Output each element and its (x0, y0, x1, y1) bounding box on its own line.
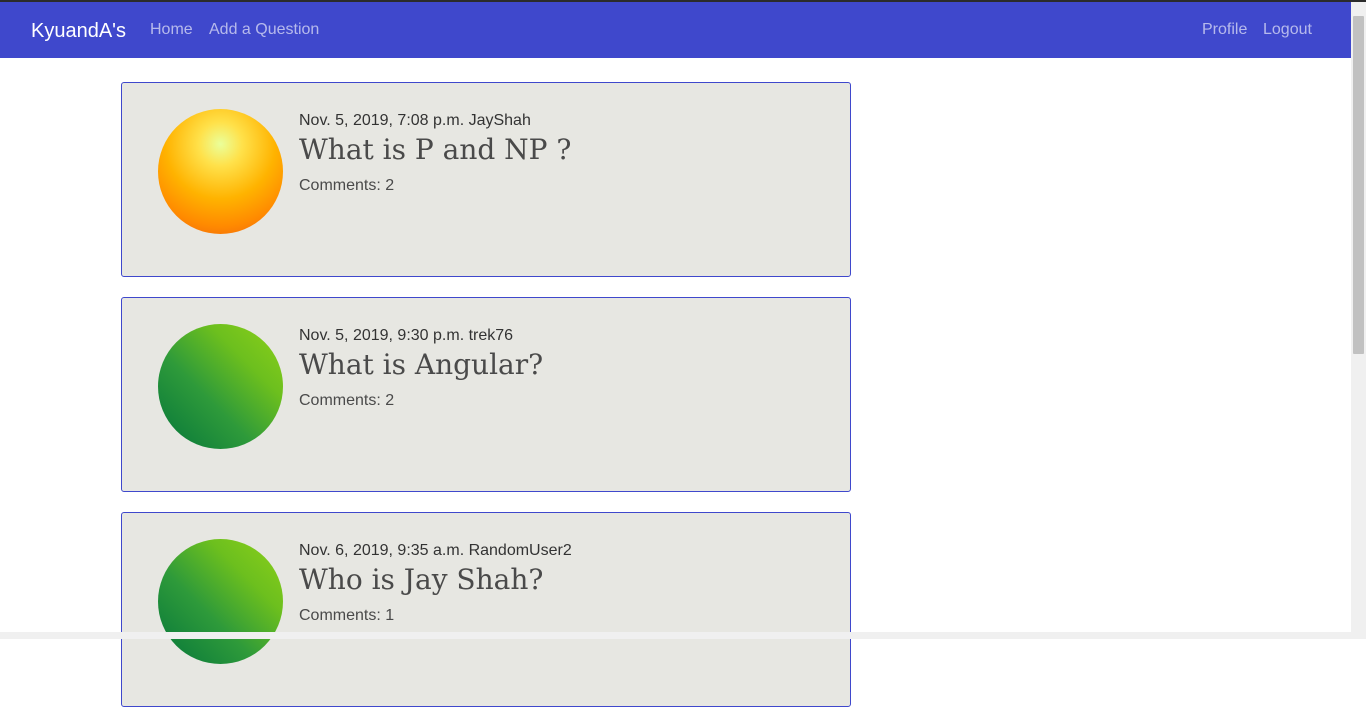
question-title-link[interactable]: What is P and NP ? (299, 132, 571, 168)
comments-count: Comments: 1 (299, 607, 395, 624)
question-meta: Nov. 5, 2019, 9:30 p.m. trek76 (299, 327, 514, 344)
question-card: Nov. 5, 2019, 7:08 p.m. JayShah What is … (121, 82, 851, 277)
navbar: KyuandA's Home Add a Question Profile Lo… (0, 2, 1366, 58)
question-meta: Nov. 5, 2019, 7:08 p.m. JayShah (299, 112, 531, 129)
nav-home-link[interactable]: Home (150, 20, 193, 40)
comments-count: Comments: 2 (299, 177, 395, 194)
question-card: Nov. 6, 2019, 9:35 a.m. RandomUser2 Who … (121, 512, 851, 707)
question-title-link[interactable]: Who is Jay Shah? (299, 562, 543, 598)
horizontal-scrollbar[interactable] (0, 632, 1351, 639)
nav-logout-link[interactable]: Logout (1263, 20, 1312, 40)
question-meta: Nov. 6, 2019, 9:35 a.m. RandomUser2 (299, 542, 572, 559)
avatar (158, 539, 283, 664)
avatar (158, 109, 283, 234)
question-card: Nov. 5, 2019, 9:30 p.m. trek76 What is A… (121, 297, 851, 492)
nav-add-question-link[interactable]: Add a Question (209, 20, 319, 40)
comments-count: Comments: 2 (299, 392, 395, 409)
brand-link[interactable]: KyuandA's (31, 19, 126, 43)
question-title-link[interactable]: What is Angular? (299, 347, 543, 383)
nav-profile-link[interactable]: Profile (1202, 20, 1247, 40)
avatar (158, 324, 283, 449)
scrollbar-thumb[interactable] (1353, 16, 1364, 354)
vertical-scrollbar[interactable] (1351, 2, 1366, 639)
